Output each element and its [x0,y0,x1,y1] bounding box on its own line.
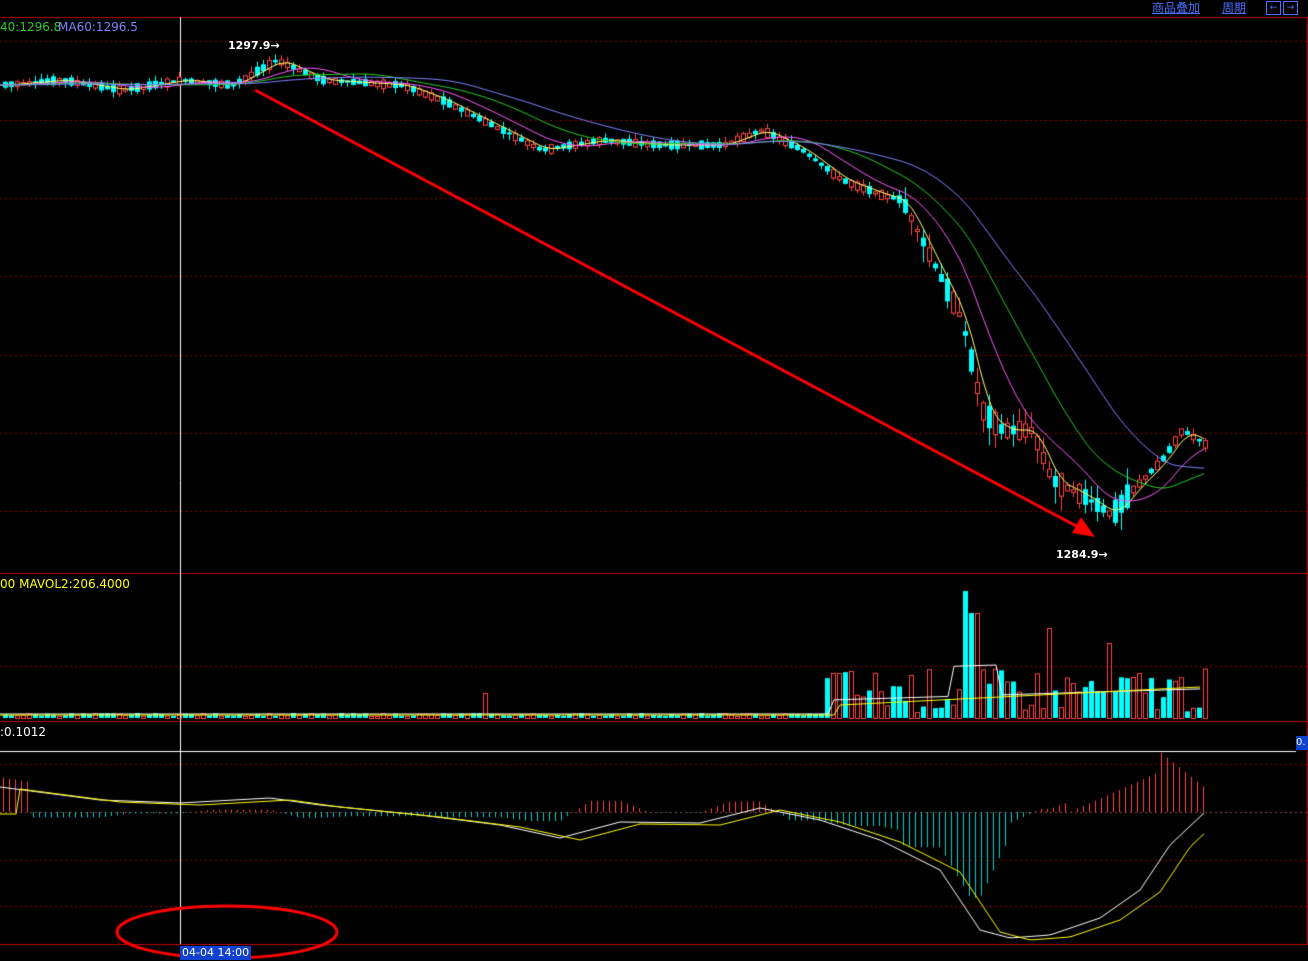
ma60-label: MA60:1296.5 [58,20,138,34]
nav-right-icon[interactable]: → [1283,1,1298,15]
ma40-label: 40:1296.8 [0,20,62,34]
overlay-link[interactable]: 商品叠加 [1152,0,1200,16]
nav-left-icon[interactable]: ← [1266,1,1281,15]
high-price-label: 1297.9→ [228,39,280,52]
chart-canvas[interactable] [0,0,1308,961]
crosshair-date-label: 04-04 14:00 [180,946,252,960]
period-link[interactable]: 周期 [1222,0,1246,16]
mavol-label: 00 MAVOL2:206.4000 [0,577,130,591]
macd-value-label: :0.1012 [0,725,47,739]
macd-side-value: 0. [1296,736,1308,750]
low-price-label: 1284.9→ [1056,548,1108,561]
